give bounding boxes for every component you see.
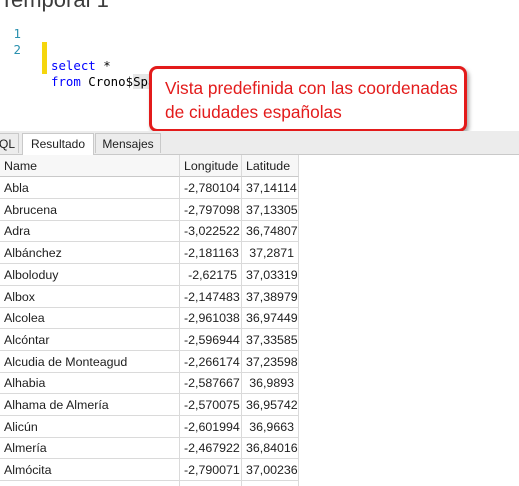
cell-latitude[interactable]: 37,03319 <box>242 263 299 286</box>
cell-latitude[interactable]: 36,95742 <box>242 394 299 416</box>
tab-sql[interactable]: QL <box>0 133 19 153</box>
cell-name[interactable]: Albox <box>0 285 180 308</box>
change-marker <box>42 58 47 74</box>
cell-longitude[interactable]: -2,596944 <box>180 328 242 351</box>
cell-latitude[interactable]: 37,38979 <box>242 285 299 308</box>
table-row[interactable]: Alcudia de Monteagud -2,266174 37,23598 <box>0 350 519 373</box>
table-row[interactable]: Alsodux-2,59457937,002 <box>0 480 519 486</box>
sql-keyword: select <box>51 58 96 73</box>
cell-latitude[interactable]: 36,9893 <box>242 372 299 395</box>
table-row[interactable]: Almería -2,467922 36,84016 <box>0 437 519 460</box>
cell-name[interactable]: Alhama de Almería <box>0 394 180 416</box>
cell-longitude[interactable]: -3,022522 <box>180 220 242 243</box>
cell-latitude[interactable]: 36,9663 <box>242 415 299 438</box>
cell-name[interactable]: Albánchez <box>0 242 180 265</box>
cell-name[interactable]: Alcóntar <box>0 328 180 351</box>
cell-longitude[interactable]: -2,797098 <box>180 198 242 221</box>
cell-latitude[interactable]: 37,14114 <box>242 177 299 199</box>
table-row[interactable]: Almócita -2,790071 37,00236 <box>0 459 519 482</box>
cell-latitude[interactable]: 37,002 <box>242 480 299 486</box>
cell-name[interactable]: Alcolea <box>0 307 180 330</box>
sql-text: * <box>95 58 111 73</box>
cell-name[interactable]: Almería <box>0 437 180 460</box>
cell-name[interactable]: Alboloduy <box>0 263 180 286</box>
cell-longitude[interactable]: -2,266174 <box>180 350 242 373</box>
editor-line[interactable]: 1 select * <box>0 10 111 73</box>
code-text[interactable]: select * <box>51 58 111 74</box>
column-header-name[interactable]: Name <box>0 155 180 177</box>
cell-name[interactable]: Abla <box>0 177 180 199</box>
cell-longitude[interactable]: -2,780104 <box>180 177 242 199</box>
cell-latitude[interactable]: 37,2871 <box>242 242 299 265</box>
table-row[interactable]: Alcóntar -2,596944 37,33585 <box>0 328 519 351</box>
results-tab-bar: QL Resultado Mensajes <box>0 131 519 155</box>
cell-latitude[interactable]: 37,23598 <box>242 350 299 373</box>
screenshot-root: Temporal 1 1 select * 2 from Crono$Spani… <box>0 0 519 486</box>
cell-latitude[interactable]: 36,74807 <box>242 220 299 243</box>
cell-name[interactable]: Alcudia de Monteagud <box>0 350 180 373</box>
cell-longitude[interactable]: -2,790071 <box>180 459 242 482</box>
table-row[interactable]: Albánchez -2,181163 37,2871 <box>0 242 519 265</box>
cell-name[interactable]: Alhabia <box>0 372 180 395</box>
cell-longitude[interactable]: -2,594579 <box>180 480 242 486</box>
table-row[interactable]: Alhabia -2,587667 36,9893 <box>0 372 519 395</box>
sql-keyword: from <box>51 74 81 89</box>
cell-latitude[interactable]: 36,97449 <box>242 307 299 330</box>
table-row[interactable]: Abla -2,780104 37,14114 <box>0 177 519 199</box>
cell-longitude[interactable]: -2,147483 <box>180 285 242 308</box>
cell-name[interactable]: Almócita <box>0 459 180 482</box>
table-row[interactable]: Abrucena -2,797098 37,13305 <box>0 198 519 221</box>
table-row[interactable]: Adra -3,022522 36,74807 <box>0 220 519 243</box>
cell-longitude[interactable]: -2,601994 <box>180 415 242 438</box>
cell-longitude[interactable]: -2,961038 <box>180 307 242 330</box>
cell-name[interactable]: Alicún <box>0 415 180 438</box>
tab-results[interactable]: Resultado <box>22 133 94 155</box>
cell-name[interactable]: Adra <box>0 220 180 243</box>
cell-name[interactable]: Alsodux <box>0 480 180 486</box>
grid-header-row: Name Longitude Latitude <box>0 155 519 177</box>
table-row[interactable]: Alboloduy -2,62175 37,03319 <box>0 263 519 286</box>
cell-longitude[interactable]: -2,467922 <box>180 437 242 460</box>
cell-longitude[interactable]: -2,570075 <box>180 394 242 416</box>
cell-longitude[interactable]: -2,181163 <box>180 242 242 265</box>
column-header-longitude[interactable]: Longitude <box>180 155 242 177</box>
line-number: 2 <box>13 42 21 57</box>
cell-longitude[interactable]: -2,587667 <box>180 372 242 395</box>
table-row[interactable]: Alicún -2,601994 36,9663 <box>0 415 519 438</box>
results-grid[interactable]: Name Longitude Latitude Abla -2,780104 37,… <box>0 155 519 486</box>
cell-latitude[interactable]: 36,84016 <box>242 437 299 460</box>
editor-line[interactable]: 2 from Crono$SpanishCities <box>0 26 231 89</box>
cell-latitude[interactable]: 37,00236 <box>242 459 299 482</box>
cell-longitude[interactable]: -2,62175 <box>180 263 242 286</box>
column-header-latitude[interactable]: Latitude <box>242 155 299 177</box>
table-row[interactable]: Albox -2,147483 37,38979 <box>0 285 519 308</box>
callout-text: Vista predefinida con las coordenadas de… <box>165 78 458 122</box>
table-row[interactable]: Alhama de Almería -2,570075 36,95742 <box>0 394 519 416</box>
cell-latitude[interactable]: 37,33585 <box>242 328 299 351</box>
sql-text: Crono$ <box>80 74 134 89</box>
cell-latitude[interactable]: 37,13305 <box>242 198 299 221</box>
table-row[interactable]: Alcolea -2,961038 36,97449 <box>0 307 519 330</box>
annotation-callout: Vista predefinida con las coordenadas de… <box>149 66 467 132</box>
cell-name[interactable]: Abrucena <box>0 198 180 221</box>
tab-messages[interactable]: Mensajes <box>95 133 161 153</box>
